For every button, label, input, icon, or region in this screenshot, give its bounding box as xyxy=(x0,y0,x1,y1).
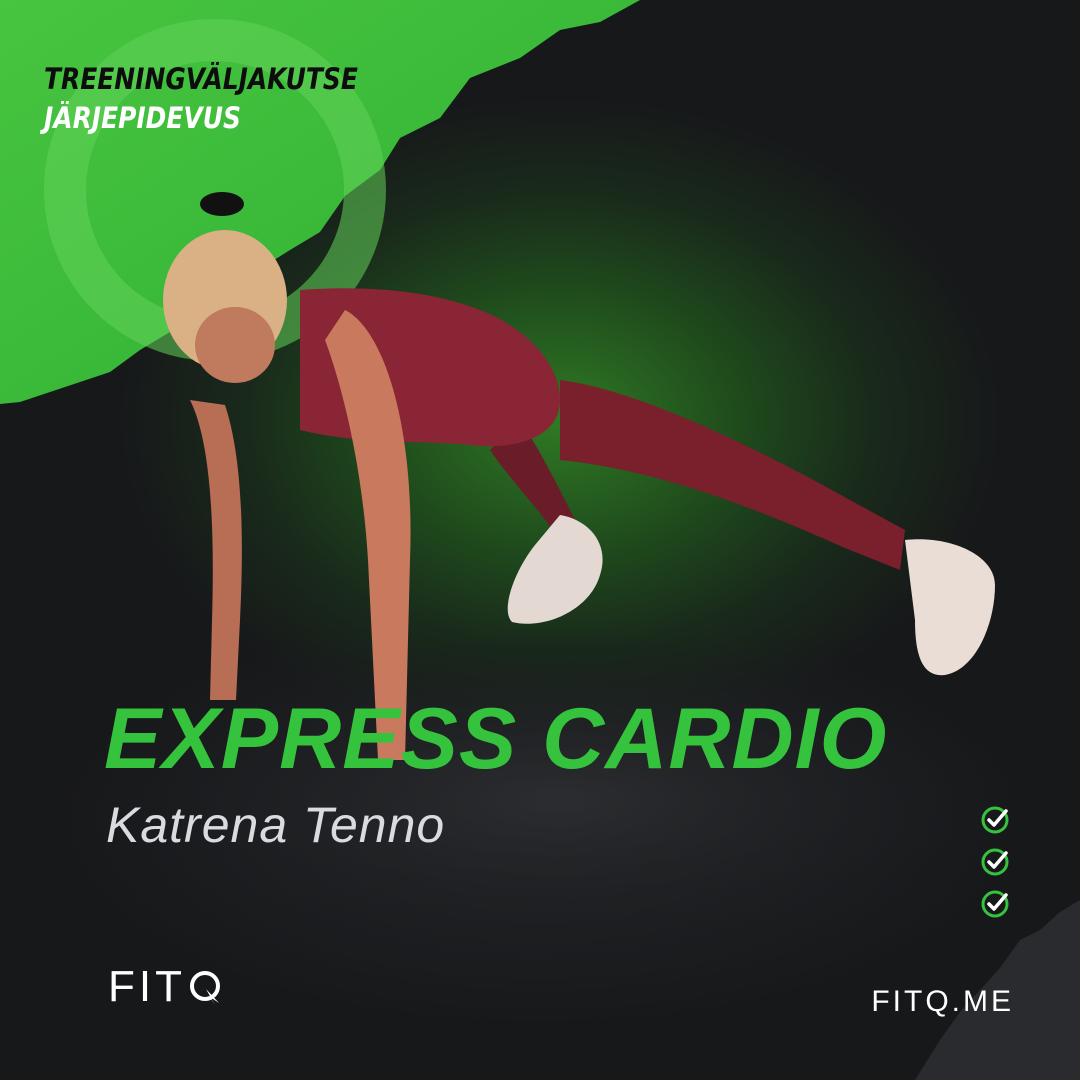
brand-logo: FIT xyxy=(108,962,222,1012)
website-url[interactable]: FITQ.ME xyxy=(871,985,1014,1019)
trainer-name: Katrena Tenno xyxy=(106,797,446,853)
check-circle-icon xyxy=(981,806,1009,834)
check-circle-icon xyxy=(981,890,1009,918)
workout-title: EXPRESS CARDIO xyxy=(104,691,888,787)
checklist xyxy=(980,805,1010,931)
challenge-title: TREENINGVÄLJAKUTSE xyxy=(44,62,358,96)
logo-text: FIT xyxy=(108,962,186,1011)
promo-poster: TREENINGVÄLJAKUTSE JÄRJEPIDEVUS EXPRESS … xyxy=(0,0,1080,1080)
challenge-subtitle: JÄRJEPIDEVUS xyxy=(44,100,241,135)
challenge-heading: TREENINGVÄLJAKUTSE JÄRJEPIDEVUS xyxy=(44,62,409,136)
check-circle-icon xyxy=(981,848,1009,876)
q-bolt-icon xyxy=(189,971,220,1005)
background-art xyxy=(0,0,1080,1080)
